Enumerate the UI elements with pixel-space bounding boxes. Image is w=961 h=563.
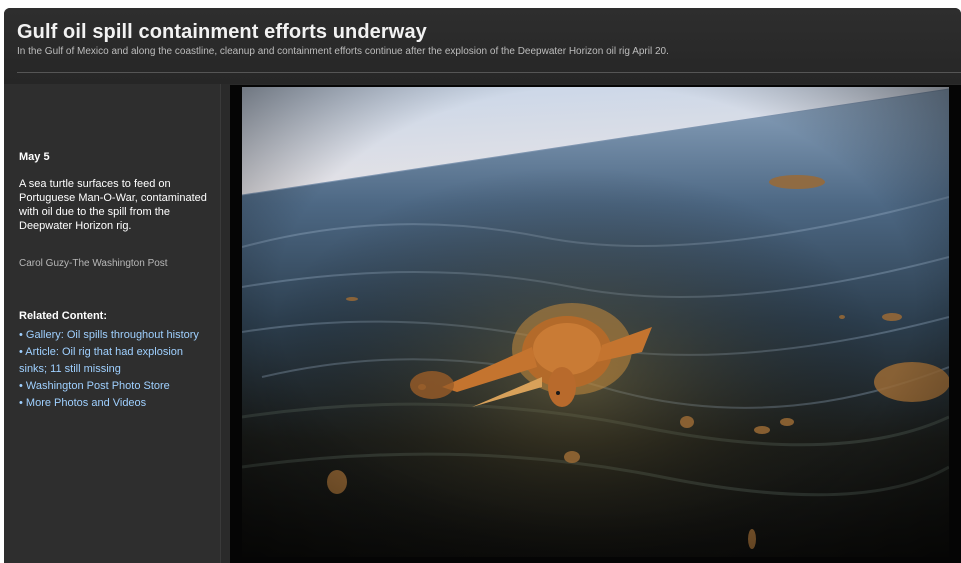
- gallery-header: Gulf oil spill containment efforts under…: [4, 8, 961, 84]
- related-link-article[interactable]: • Article: Oil rig that had explosion si…: [19, 346, 183, 375]
- related-item: • Gallery: Oil spills throughout history: [19, 327, 214, 344]
- related-content-heading: Related Content:: [19, 310, 107, 322]
- photo-caption: A sea turtle surfaces to feed on Portugu…: [19, 178, 207, 232]
- photo-gallery: Gulf oil spill containment efforts under…: [4, 8, 961, 563]
- sea-turtle-photo: [242, 87, 949, 557]
- caption-sidebar: May 5 A sea turtle surfaces to feed on P…: [4, 84, 221, 563]
- main-photo[interactable]: [242, 87, 949, 557]
- photo-frame: [230, 85, 961, 563]
- page-subtitle: In the Gulf of Mexico and along the coas…: [17, 46, 669, 57]
- related-item: • Article: Oil rig that had explosion si…: [19, 344, 214, 378]
- related-content-list: • Gallery: Oil spills throughout history…: [19, 327, 214, 412]
- photo-credit: Carol Guzy-The Washington Post: [19, 258, 168, 269]
- header-divider: [17, 72, 961, 73]
- related-item: • Washington Post Photo Store: [19, 378, 214, 395]
- related-item: • More Photos and Videos: [19, 395, 214, 412]
- page-title: Gulf oil spill containment efforts under…: [17, 21, 427, 43]
- related-link-more-photos[interactable]: • More Photos and Videos: [19, 397, 146, 409]
- related-link-gallery[interactable]: • Gallery: Oil spills throughout history: [19, 329, 199, 341]
- related-link-photo-store[interactable]: • Washington Post Photo Store: [19, 380, 170, 392]
- photo-date: May 5: [19, 151, 50, 163]
